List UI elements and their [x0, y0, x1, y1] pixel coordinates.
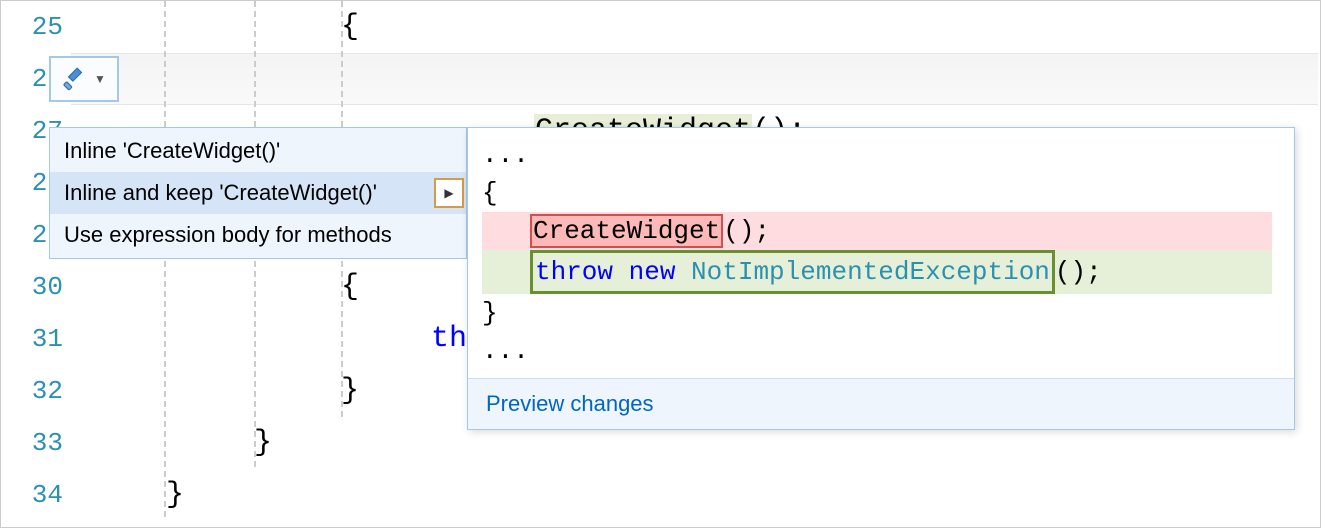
submenu-indicator[interactable]: ▶: [434, 178, 464, 208]
screwdriver-icon: [62, 66, 88, 92]
keyword: throw: [535, 257, 613, 287]
line-number: 30: [1, 261, 63, 313]
menu-item-expression-body[interactable]: Use expression body for methods: [50, 214, 466, 256]
line-number: 32: [1, 365, 63, 417]
code-line: {: [71, 1, 1320, 53]
preview-panel: ... { CreateWidget(); throw new NotImple…: [467, 127, 1295, 430]
menu-item-inline[interactable]: Inline 'CreateWidget()': [50, 130, 466, 172]
line-number: 33: [1, 417, 63, 469]
code-text: ();: [1055, 257, 1102, 287]
menu-item-label: Use expression body for methods: [64, 222, 392, 247]
menu-item-label: Inline and keep 'CreateWidget()': [64, 180, 377, 205]
chevron-down-icon: ▼: [94, 72, 106, 86]
keyword: new: [629, 257, 676, 287]
preview-line: ...: [482, 136, 1280, 174]
deleted-token: CreateWidget: [530, 214, 723, 248]
menu-item-inline-keep[interactable]: Inline and keep 'CreateWidget()' ▶: [50, 172, 466, 214]
code-line: }: [71, 469, 1320, 521]
line-number: 25: [1, 1, 63, 53]
menu-item-label: Inline 'CreateWidget()': [64, 138, 280, 163]
preview-line: }: [482, 294, 1280, 332]
type-reference: NotImplementedException: [691, 257, 1050, 287]
added-box: throw new NotImplementedException: [530, 250, 1055, 294]
code-line: CreateWidget();: [71, 53, 1320, 105]
quick-actions-button[interactable]: ▼: [49, 56, 119, 102]
line-number: 34: [1, 469, 63, 521]
preview-line: ...: [482, 332, 1280, 370]
preview-code: ... { CreateWidget(); throw new NotImple…: [468, 128, 1294, 378]
preview-line: {: [482, 174, 1280, 212]
line-number: 31: [1, 313, 63, 365]
preview-changes-link[interactable]: Preview changes: [468, 378, 1294, 429]
preview-line-deleted: CreateWidget();: [482, 212, 1280, 250]
code-text: ();: [723, 216, 770, 246]
preview-line-added: throw new NotImplementedException();: [482, 250, 1280, 294]
quick-actions-menu: Inline 'CreateWidget()' Inline and keep …: [49, 127, 467, 259]
keyword-fragment: th: [431, 322, 467, 356]
